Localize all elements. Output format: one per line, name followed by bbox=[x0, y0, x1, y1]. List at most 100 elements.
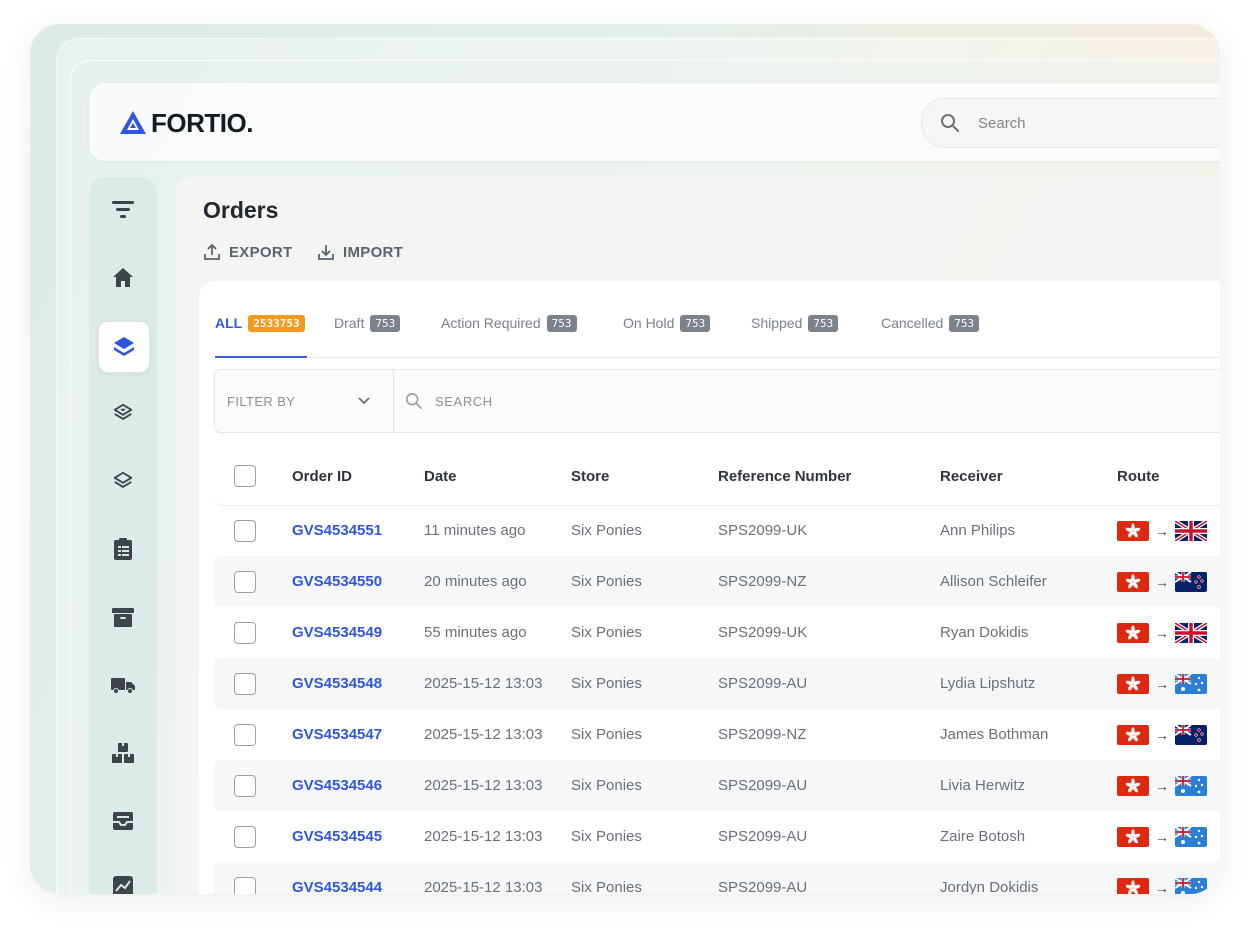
table-row[interactable]: GVS4534545 2025-15-12 13:03 Six Ponies S… bbox=[214, 811, 1220, 862]
page-title: Orders bbox=[203, 197, 279, 223]
row-checkbox[interactable] bbox=[234, 825, 256, 848]
order-store: Six Ponies bbox=[571, 777, 642, 794]
table-row[interactable]: GVS4534544 2025-15-12 13:03 Six Ponies S… bbox=[214, 862, 1220, 894]
import-label: IMPORT bbox=[343, 243, 404, 261]
flag-hk-icon bbox=[1117, 520, 1149, 541]
export-button[interactable]: EXPORT bbox=[203, 243, 292, 261]
order-route: → bbox=[1117, 724, 1207, 745]
sidebar-item-layers-stack[interactable] bbox=[98, 456, 148, 506]
tab-draft[interactable]: Draft 753 bbox=[334, 312, 401, 334]
order-id-link[interactable]: GVS4534546 bbox=[292, 777, 382, 794]
column-header[interactable]: Store bbox=[571, 468, 609, 485]
column-header[interactable]: Receiver bbox=[940, 468, 1003, 485]
sidebar-item-archive[interactable] bbox=[98, 592, 148, 642]
order-route: → bbox=[1117, 520, 1207, 541]
sidebar-item-clipboard[interactable] bbox=[98, 524, 148, 574]
select-all-checkbox[interactable] bbox=[234, 465, 256, 487]
order-reference: SPS2099-AU bbox=[718, 828, 808, 845]
flag-au-icon bbox=[1175, 673, 1207, 694]
table-row[interactable]: GVS4534549 55 minutes ago Six Ponies SPS… bbox=[214, 607, 1220, 658]
order-date: 11 minutes ago bbox=[424, 522, 526, 539]
tab-count-badge: 753 bbox=[546, 314, 577, 332]
tab-all[interactable]: ALL 2533753 bbox=[215, 312, 305, 334]
table-row[interactable]: GVS4534546 2025-15-12 13:03 Six Ponies S… bbox=[214, 760, 1220, 811]
row-checkbox[interactable] bbox=[234, 774, 256, 797]
tab-count-badge: 753 bbox=[808, 314, 839, 332]
column-header[interactable]: Order ID bbox=[292, 468, 352, 485]
order-id-link[interactable]: GVS4534545 bbox=[292, 828, 382, 845]
order-route: → bbox=[1117, 877, 1207, 895]
column-header[interactable]: Reference Number bbox=[718, 468, 851, 485]
order-id-link[interactable]: GVS4534550 bbox=[292, 573, 382, 590]
flag-uk-icon bbox=[1175, 520, 1207, 541]
sidebar-item-inventory[interactable] bbox=[98, 728, 148, 778]
order-route: → bbox=[1117, 622, 1207, 643]
row-checkbox[interactable] bbox=[234, 621, 256, 644]
tab-action-required[interactable]: Action Required 753 bbox=[441, 312, 577, 334]
tab-on-hold[interactable]: On Hold 753 bbox=[623, 312, 711, 334]
tab-label: Action Required bbox=[441, 315, 541, 331]
order-route: → bbox=[1117, 673, 1207, 694]
row-checkbox[interactable] bbox=[234, 876, 256, 894]
search-icon bbox=[941, 114, 959, 132]
flag-hk-icon bbox=[1117, 622, 1149, 643]
chevron-down-icon bbox=[358, 397, 370, 405]
column-header[interactable]: Date bbox=[424, 468, 457, 485]
table-search-input[interactable] bbox=[433, 392, 937, 410]
layers-stack-icon bbox=[113, 471, 133, 488]
order-reference: SPS2099-AU bbox=[718, 675, 808, 692]
search-icon bbox=[405, 392, 423, 410]
order-id-link[interactable]: GVS4534549 bbox=[292, 624, 382, 641]
order-id-link[interactable]: GVS4534544 bbox=[292, 879, 382, 894]
boxes-icon bbox=[112, 743, 134, 763]
table-search[interactable] bbox=[405, 370, 937, 432]
table-row[interactable]: GVS4534551 11 minutes ago Six Ponies SPS… bbox=[214, 505, 1220, 556]
order-id-link[interactable]: GVS4534548 bbox=[292, 675, 382, 692]
sidebar-item-orders[interactable] bbox=[98, 321, 150, 373]
import-button[interactable]: IMPORT bbox=[317, 243, 403, 261]
app-window: FORTIO. Search Orders EXPORT IMPORT ALL … bbox=[70, 60, 1220, 894]
column-header[interactable]: Route bbox=[1117, 468, 1160, 485]
global-search[interactable] bbox=[921, 98, 1220, 148]
sidebar-item-home[interactable] bbox=[98, 253, 148, 303]
active-tab-indicator bbox=[215, 356, 307, 358]
sidebar-item-shipping[interactable] bbox=[98, 660, 148, 710]
global-search-input[interactable] bbox=[976, 113, 1180, 133]
table-row[interactable]: GVS4534550 20 minutes ago Six Ponies SPS… bbox=[214, 556, 1220, 607]
tab-label: Cancelled bbox=[881, 315, 944, 331]
row-checkbox[interactable] bbox=[234, 672, 256, 695]
table-row[interactable]: GVS4534548 2025-15-12 13:03 Six Ponies S… bbox=[214, 658, 1220, 709]
tab-shipped[interactable]: Shipped 753 bbox=[751, 312, 839, 334]
order-store: Six Ponies bbox=[571, 675, 642, 692]
orders-table: Order ID Date Store Reference Number Rec… bbox=[214, 447, 1220, 894]
order-date: 20 minutes ago bbox=[424, 573, 527, 590]
order-reference: SPS2099-UK bbox=[718, 522, 808, 539]
sidebar-item-layers-outline[interactable] bbox=[98, 388, 148, 438]
clipboard-icon bbox=[114, 538, 132, 560]
order-date: 2025-15-12 13:03 bbox=[424, 777, 543, 794]
row-checkbox[interactable] bbox=[234, 519, 256, 542]
order-receiver: Jordyn Dokidis bbox=[940, 879, 1039, 894]
order-store: Six Ponies bbox=[571, 879, 642, 894]
sidebar-item-filter[interactable] bbox=[98, 185, 148, 235]
order-date: 2025-15-12 13:03 bbox=[424, 726, 543, 743]
inbox-icon bbox=[113, 812, 133, 830]
sidebar-item-reports[interactable] bbox=[98, 861, 148, 894]
order-receiver: Lydia Lipshutz bbox=[940, 675, 1036, 692]
filter-icon bbox=[112, 201, 134, 218]
tab-cancelled[interactable]: Cancelled 753 bbox=[881, 312, 980, 334]
row-checkbox[interactable] bbox=[234, 723, 256, 746]
order-id-link[interactable]: GVS4534547 bbox=[292, 726, 382, 743]
flag-nz-icon bbox=[1175, 724, 1207, 745]
order-id-link[interactable]: GVS4534551 bbox=[292, 522, 382, 539]
order-reference: SPS2099-NZ bbox=[718, 726, 807, 743]
row-checkbox[interactable] bbox=[234, 570, 256, 593]
filter-by-dropdown[interactable]: FILTER BY bbox=[215, 370, 394, 432]
logo[interactable]: FORTIO. bbox=[119, 108, 253, 138]
sidebar-item-inbox[interactable] bbox=[98, 796, 148, 846]
arrow-right-icon: → bbox=[1155, 879, 1169, 895]
arrow-right-icon: → bbox=[1155, 573, 1169, 590]
logo-icon bbox=[120, 111, 146, 134]
truck-icon bbox=[111, 678, 135, 694]
table-row[interactable]: GVS4534547 2025-15-12 13:03 Six Ponies S… bbox=[214, 709, 1220, 760]
